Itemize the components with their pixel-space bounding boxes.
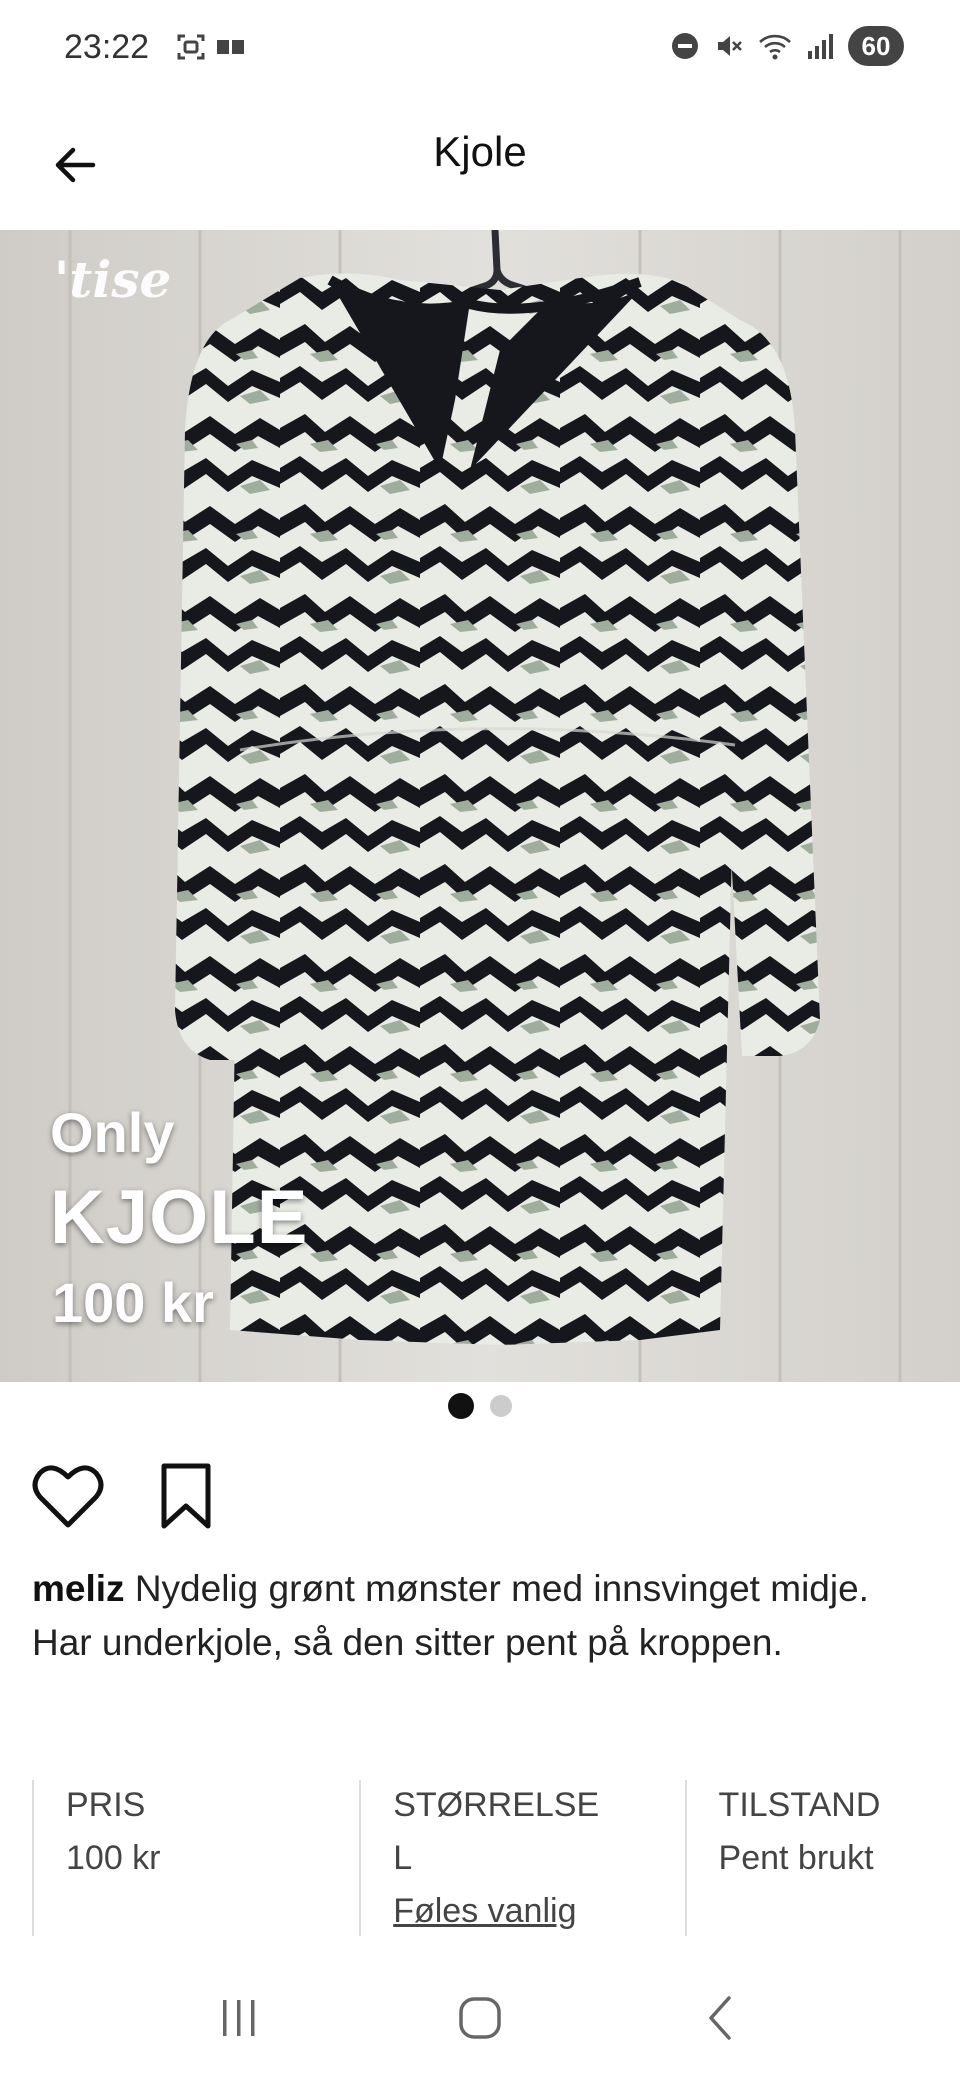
- home-icon: [459, 1996, 501, 2039]
- status-time: 23:22: [64, 28, 150, 66]
- recent-apps-icon: [223, 1999, 255, 2036]
- post-actions: [32, 1460, 222, 1532]
- home-button[interactable]: [456, 1994, 504, 2047]
- description-text: Nydelig grønt mønster med innsvinget mid…: [32, 1568, 869, 1663]
- status-bar: 23:22 60: [0, 0, 960, 100]
- status-icons-left: [176, 32, 246, 62]
- item-details: PRIS 100 kr STØRRELSE L Føles vanlig TIL…: [32, 1780, 932, 1936]
- photo-price: 100 kr: [52, 1271, 214, 1334]
- signal-icon: [808, 34, 833, 59]
- do-not-disturb-icon: [672, 33, 698, 59]
- condition-label: TILSTAND: [718, 1786, 881, 1824]
- battery-indicator: 60: [848, 26, 904, 66]
- bookmark-icon: [161, 1463, 211, 1529]
- chevron-left-icon: [708, 1995, 731, 2040]
- status-icons-right: 60: [670, 26, 904, 66]
- size-fit-link[interactable]: Føles vanlig: [393, 1886, 656, 1936]
- app-header: Kjole: [0, 100, 960, 231]
- photo-brand: Only: [50, 1101, 175, 1164]
- wifi-icon: [759, 34, 791, 60]
- media-icon: [217, 40, 244, 54]
- mute-icon: [718, 36, 742, 56]
- tise-watermark: 'tise: [54, 250, 172, 309]
- page-title: Kjole: [433, 128, 527, 175]
- pager-dot-2[interactable]: [490, 1395, 512, 1417]
- save-button[interactable]: [150, 1460, 222, 1532]
- detail-price: PRIS 100 kr: [32, 1780, 331, 1936]
- price-value: 100 kr: [66, 1839, 161, 1877]
- price-label: PRIS: [66, 1786, 146, 1824]
- condition-value: Pent brukt: [718, 1839, 874, 1877]
- screenshot-icon: [177, 34, 205, 60]
- recent-apps-button[interactable]: [217, 1996, 261, 2045]
- post-description: meliz Nydelig grønt mønster med innsving…: [32, 1562, 912, 1670]
- system-nav-bar: [0, 1960, 960, 2080]
- seller-username[interactable]: meliz: [32, 1568, 125, 1609]
- system-back-button[interactable]: [699, 1994, 743, 2047]
- photo-pager: [0, 1393, 960, 1419]
- photo-title: KJOLE: [50, 1175, 309, 1260]
- like-button[interactable]: [32, 1460, 104, 1532]
- product-photo[interactable]: 'tise Only KJOLE 100 kr: [0, 230, 960, 1382]
- detail-condition: TILSTAND Pent brukt: [684, 1780, 904, 1936]
- heart-icon: [32, 1465, 104, 1528]
- pager-dot-1[interactable]: [448, 1393, 474, 1419]
- size-value: L: [393, 1839, 413, 1877]
- size-label: STØRRELSE: [393, 1786, 600, 1824]
- detail-size: STØRRELSE L Føles vanlig: [359, 1780, 656, 1936]
